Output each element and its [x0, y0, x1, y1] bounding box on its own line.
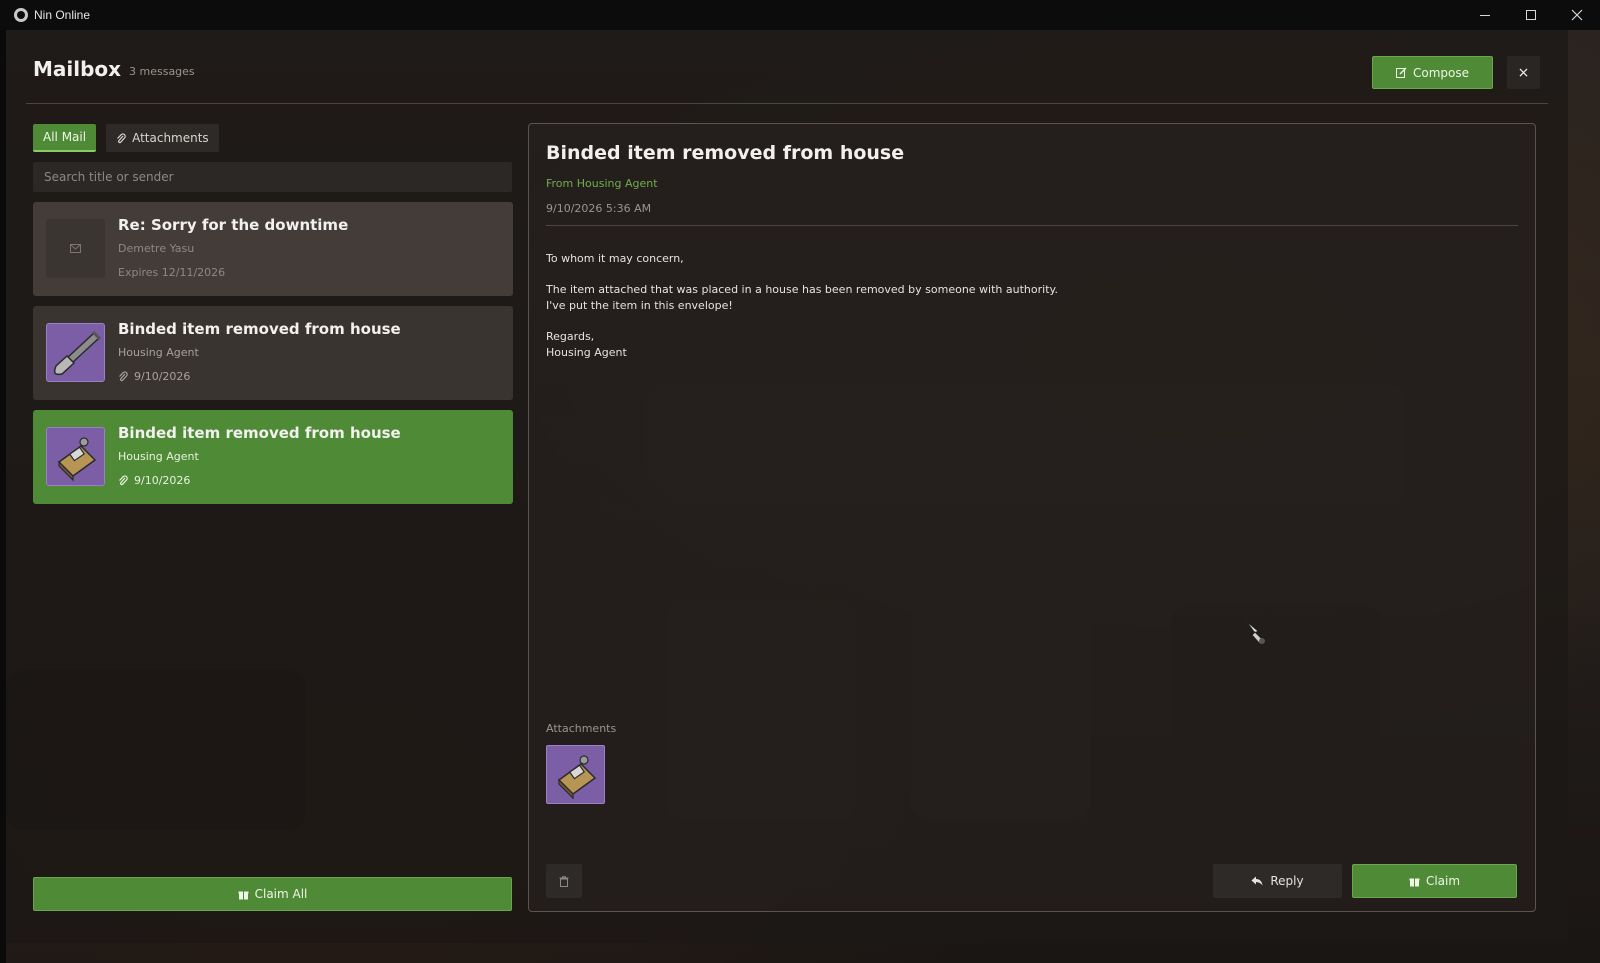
- mail-date: 9/10/2026: [134, 370, 191, 383]
- close-icon: [1571, 9, 1583, 21]
- body-greeting: To whom it may concern,: [546, 252, 684, 265]
- claim-label: Claim: [1425, 874, 1461, 888]
- body-closing: Regards,: [546, 330, 595, 343]
- close-icon: ×: [1517, 64, 1530, 81]
- list-item[interactable]: Binded item removed from house Housing A…: [33, 306, 513, 400]
- search-input[interactable]: [33, 162, 512, 192]
- delete-button[interactable]: [546, 864, 582, 898]
- mail-meta: 9/10/2026: [118, 370, 190, 383]
- minimize-icon: [1480, 14, 1490, 16]
- trash-icon: [559, 875, 569, 887]
- tool-box-icon: [57, 436, 96, 481]
- attachment-slot[interactable]: [546, 745, 605, 804]
- maximize-icon: [1526, 10, 1536, 20]
- mail-meta: Expires 12/11/2026: [118, 266, 225, 279]
- mail-thumbnail: [46, 323, 105, 382]
- reply-button[interactable]: Reply: [1213, 864, 1342, 898]
- detail-date: 9/10/2026 5:36 AM: [546, 202, 652, 215]
- gift-icon: [238, 891, 249, 899]
- claim-all-button[interactable]: Claim All: [33, 877, 512, 911]
- gift-icon: [1409, 878, 1420, 886]
- mail-list: Re: Sorry for the downtime Demetre Yasu …: [33, 202, 513, 514]
- mail-sender: Housing Agent: [118, 450, 199, 463]
- window-controls: [1462, 0, 1600, 30]
- paperclip-icon: [117, 132, 126, 143]
- mail-date: 9/10/2026: [134, 474, 191, 487]
- mailbox-title: Mailbox: [33, 57, 122, 81]
- window-close-button[interactable]: [1554, 0, 1600, 30]
- claim-button[interactable]: Claim: [1352, 864, 1517, 898]
- mail-sender: Housing Agent: [118, 346, 199, 359]
- compose-label: Compose: [1412, 65, 1469, 80]
- body-line: The item attached that was placed in a h…: [546, 283, 1058, 296]
- body-line: I've put the item in this envelope!: [546, 299, 733, 312]
- mail-sender: Demetre Yasu: [118, 242, 195, 255]
- body-signature: Housing Agent: [546, 346, 627, 359]
- reply-label: Reply: [1270, 874, 1304, 888]
- game-cursor-icon: [1245, 620, 1265, 645]
- mail-subject: Binded item removed from house: [118, 424, 401, 442]
- mail-subject: Binded item removed from house: [118, 320, 401, 338]
- mail-thumbnail: [46, 427, 105, 486]
- mailbox-header: Mailbox 3 messages Compose ×: [26, 30, 1548, 104]
- list-item[interactable]: Re: Sorry for the downtime Demetre Yasu …: [33, 202, 513, 296]
- window-titlebar: Nin Online: [0, 0, 1600, 30]
- mail-meta: 9/10/2026: [118, 474, 190, 487]
- app-icon: [14, 8, 28, 22]
- window-title: Nin Online: [34, 8, 91, 22]
- mail-detail-panel: Binded item removed from house From Hous…: [528, 123, 1536, 912]
- maximize-button[interactable]: [1508, 0, 1554, 30]
- tab-all-mail[interactable]: All Mail: [33, 124, 97, 152]
- attachments-label: Attachments: [546, 722, 617, 735]
- divider: [546, 225, 1518, 226]
- minimize-button[interactable]: [1462, 0, 1508, 30]
- mailbox-modal: Mailbox 3 messages Compose × All Mail At…: [6, 30, 1568, 943]
- mail-subject: Re: Sorry for the downtime: [118, 216, 349, 234]
- envelope-icon: [70, 244, 81, 253]
- tab-label: Attachments: [132, 131, 209, 145]
- mail-tabs: All Mail Attachments: [33, 124, 219, 152]
- list-item[interactable]: Binded item removed from house Housing A…: [33, 410, 513, 504]
- mailbox-close-button[interactable]: ×: [1507, 56, 1540, 89]
- tab-attachments[interactable]: Attachments: [106, 124, 219, 152]
- paperclip-icon: [119, 371, 128, 382]
- detail-title: Binded item removed from house: [546, 142, 905, 164]
- compose-button[interactable]: Compose: [1372, 56, 1493, 89]
- paperclip-icon: [119, 475, 128, 486]
- tab-label: All Mail: [43, 130, 87, 144]
- claim-all-label: Claim All: [254, 887, 308, 901]
- detail-from: From Housing Agent: [546, 177, 658, 190]
- mail-thumbnail: [46, 219, 105, 278]
- tool-box-icon: [557, 754, 596, 799]
- compose-icon: [1395, 67, 1407, 78]
- mail-expiry: Expires 12/11/2026: [118, 266, 226, 279]
- reply-icon: [1251, 876, 1263, 886]
- message-count: 3 messages: [129, 65, 195, 78]
- mail-body: To whom it may concern, The item attache…: [546, 251, 1058, 361]
- shovel-icon: [53, 330, 101, 375]
